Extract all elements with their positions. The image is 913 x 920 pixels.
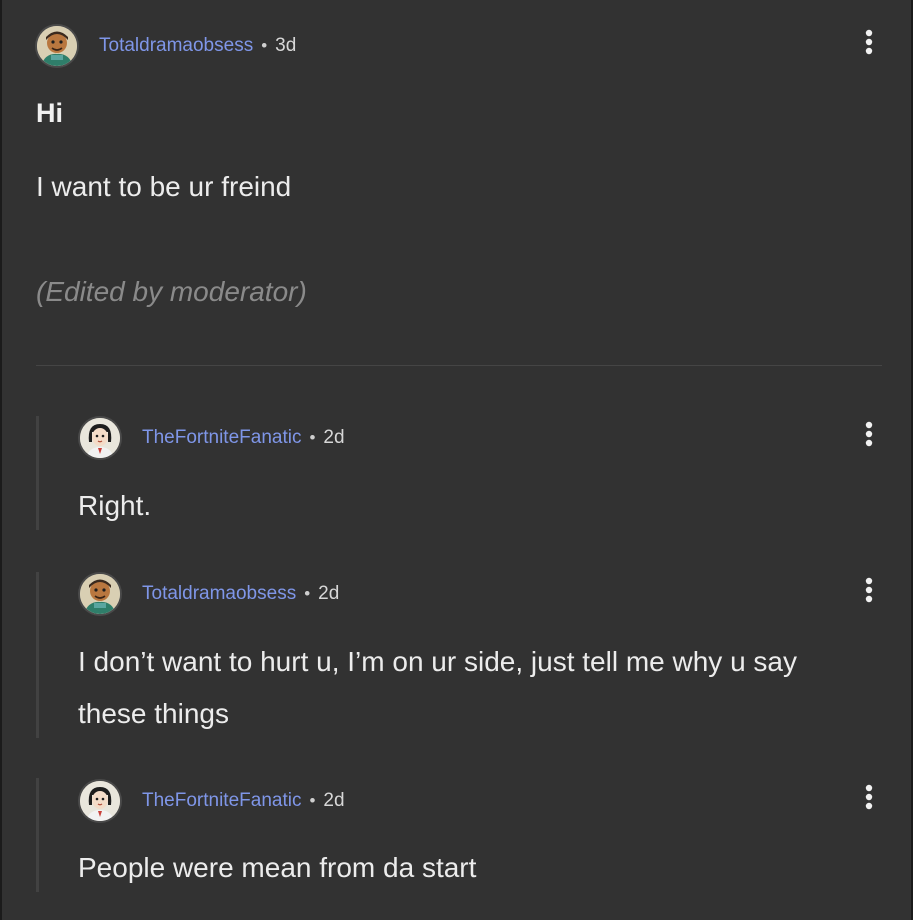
reply-age: 2d (323, 427, 345, 448)
avatar-totaldramaobsess[interactable] (37, 26, 77, 66)
edited-note: (Edited by moderator) (36, 276, 307, 307)
reply-text: I don’t want to hurt u, I’m on ur side, … (78, 646, 797, 729)
vertical-dots-icon (865, 784, 873, 810)
reply-author[interactable]: TheFortniteFanatic (142, 790, 301, 812)
thread-line (36, 572, 39, 738)
cartoon-girl-avatar-icon (80, 781, 120, 821)
post-meta: Totaldramaobsess • 3d (99, 35, 296, 57)
thread-line (36, 778, 39, 892)
reply-meta: TheFortniteFanatic • 2d (142, 790, 345, 812)
reply-options-button[interactable] (859, 419, 879, 449)
avatar-thefortnitefanatic[interactable] (80, 418, 120, 458)
cartoon-avatar-icon (80, 574, 120, 614)
reply-options-button[interactable] (859, 575, 879, 605)
vertical-dots-icon (865, 421, 873, 447)
reply-text: Right. (78, 490, 152, 521)
post-age: 3d (275, 35, 297, 56)
reply-age: 2d (318, 583, 340, 604)
post-divider (36, 365, 882, 366)
avatar-thefortnitefanatic[interactable] (80, 781, 120, 821)
post-author[interactable]: Totaldramaobsess (99, 35, 253, 57)
vertical-dots-icon (865, 29, 873, 55)
vertical-dots-icon (865, 577, 873, 603)
reply-age: 2d (323, 790, 345, 811)
post-body: I want to be ur freind (36, 171, 292, 202)
cartoon-avatar-icon (37, 26, 77, 66)
reply-meta: TheFortniteFanatic • 2d (142, 427, 345, 449)
reply-author[interactable]: Totaldramaobsess (142, 583, 296, 605)
post-title: Hi (36, 98, 63, 128)
meta-separator: • (304, 584, 311, 603)
meta-separator: • (309, 428, 316, 447)
reply-author[interactable]: TheFortniteFanatic (142, 427, 301, 449)
thread-line (36, 416, 39, 530)
reply-meta: Totaldramaobsess • 2d (142, 583, 339, 605)
reply-options-button[interactable] (859, 782, 879, 812)
meta-separator: • (261, 36, 268, 55)
avatar-totaldramaobsess[interactable] (80, 574, 120, 614)
meta-separator: • (309, 791, 316, 810)
reply-text: People were mean from da start (78, 852, 477, 883)
cartoon-girl-avatar-icon (80, 418, 120, 458)
post-options-button[interactable] (859, 27, 879, 57)
comment-thread: Totaldramaobsess • 3d Hi I want to be ur… (0, 0, 913, 920)
